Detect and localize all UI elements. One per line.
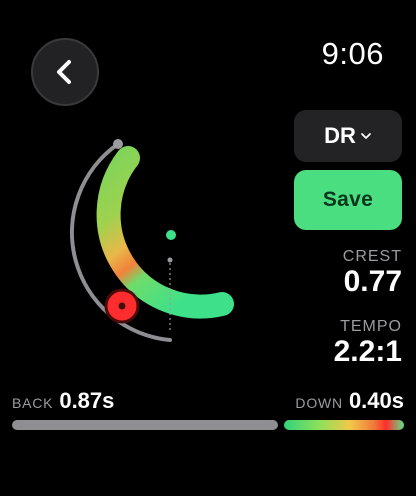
center-dot [167,257,173,263]
save-button[interactable]: Save [294,170,402,230]
mode-label: DR [324,123,356,148]
downswing-bar [284,420,404,430]
tempo-value: 2.2:1 [333,335,402,368]
crest-stat: CREST 0.77 [343,248,402,298]
impact-marker-core [118,302,126,310]
back-value: 0.87s [59,388,115,413]
swing-arc-dial [69,139,234,342]
down-value: 0.40s [348,388,404,413]
crest-value: 0.77 [343,265,402,298]
swing-arc [96,146,234,319]
clock: 9:06 [321,36,384,71]
mode-select[interactable]: DR [294,110,402,162]
watch-screen: 9:06 DR Save CREST 0.77 TEMPO 2.2:1 BACK… [0,0,416,496]
crest-label: CREST [342,248,402,265]
save-label: Save [322,188,374,211]
tempo-label: TEMPO [340,318,402,335]
back-button[interactable] [31,38,99,106]
downswing-phase: DOWN 0.40s [295,388,404,414]
back-label: BACK [12,395,54,411]
track-handle[interactable] [113,139,123,149]
backswing-bar [12,420,278,430]
backswing-phase: BACK 0.87s [12,388,114,414]
chevron-down-icon [360,133,371,139]
down-label: DOWN [295,395,343,411]
target-dot [166,230,176,240]
tempo-stat: TEMPO 2.2:1 [334,318,402,368]
chevron-left-icon [57,60,71,84]
